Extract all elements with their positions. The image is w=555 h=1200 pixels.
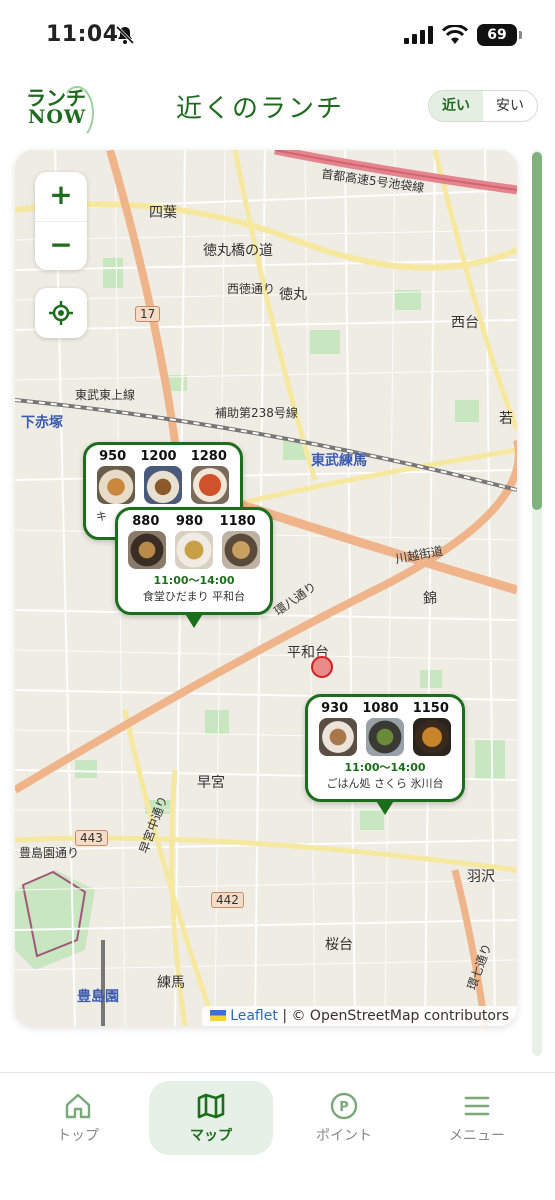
status-time: 11:04 <box>46 22 119 47</box>
food-photo-ramen <box>128 531 167 569</box>
price-label: 1080 <box>362 701 399 716</box>
page-title: 近くのランチ <box>176 94 345 124</box>
map-label: 四葉 <box>149 205 177 221</box>
food-photo-curry <box>413 718 452 756</box>
price-label: 1150 <box>412 701 449 716</box>
nav-item-menu[interactable]: メニュー <box>415 1081 539 1155</box>
hamburger-menu-icon <box>464 1096 490 1116</box>
map-attribution: Leaflet | © OpenStreetMap contributors <box>202 1006 517 1026</box>
svg-text:P: P <box>339 1100 349 1115</box>
map-label: 豊島園通り <box>19 846 80 860</box>
sort-toggle: 近い 安い <box>428 90 538 122</box>
marker-pointer <box>375 799 395 815</box>
station-label: 豊島園 <box>77 989 119 1005</box>
food-photo-pasta <box>96 466 135 504</box>
map-icon <box>197 1093 225 1119</box>
food-photo-burger <box>143 466 182 504</box>
map-label: 練馬 <box>157 975 185 991</box>
marker-thumbnails <box>308 716 462 756</box>
map-label: 羽沢 <box>467 869 495 885</box>
bell-muted-icon <box>115 25 135 45</box>
zoom-in-button[interactable]: + <box>35 172 87 221</box>
route-number-tag: 443 <box>75 830 108 846</box>
map-label: 徳丸 <box>279 287 307 303</box>
map-label: 補助第238号線 <box>215 406 298 420</box>
price-label: 1200 <box>140 449 177 464</box>
nav-item-point[interactable]: P ポイント <box>282 1081 406 1155</box>
home-icon <box>65 1093 91 1119</box>
map-label: 徳丸橋の道 <box>203 243 273 259</box>
map-label: 早宮 <box>197 775 225 791</box>
wifi-icon <box>442 25 468 44</box>
map-label: 東武東上線 <box>75 388 136 402</box>
sort-cheap-button[interactable]: 安い <box>483 91 537 121</box>
restaurant-marker[interactable]: 930 1080 1150 11:00〜14:00 ごはん処 さくら 氷川台 <box>305 694 465 815</box>
ukraine-flag-icon <box>210 1010 227 1021</box>
price-label: 1280 <box>190 449 227 464</box>
nav-label: トップ <box>57 1128 99 1144</box>
bottom-nav: トップ マップ P ポイント メニュー <box>0 1072 555 1200</box>
point-coin-icon: P <box>330 1092 358 1120</box>
marker-prices: 950 1200 1280 <box>86 445 240 464</box>
marker-prices: 880 980 1180 <box>118 510 270 529</box>
restaurant-marker[interactable]: 880 980 1180 11:00〜14:00 食堂ひだまり 平和台 <box>115 507 273 628</box>
crosshair-icon <box>49 301 73 325</box>
battery-indicator: 69 <box>477 24 522 46</box>
marker-pointer <box>184 612 204 628</box>
business-hours: 11:00〜14:00 <box>344 761 426 774</box>
station-label: 下赤塚 <box>21 415 63 431</box>
signal-icon <box>404 26 433 44</box>
nav-item-map[interactable]: マップ <box>149 1081 273 1155</box>
food-photo-pasta <box>191 466 230 504</box>
map-label: 西台 <box>451 315 479 331</box>
food-photo-ramen <box>221 531 260 569</box>
marker-thumbnails <box>86 464 240 504</box>
sort-near-button[interactable]: 近い <box>429 91 483 121</box>
marker-prices: 930 1080 1150 <box>308 697 462 716</box>
leaflet-link[interactable]: Leaflet <box>230 1008 278 1024</box>
map-view[interactable]: 四葉 徳丸橋の道 西徳通り 徳丸 西台 補助第238号線 東武東上線 下赤塚 東… <box>15 150 517 1026</box>
route-number-tag: 17 <box>135 306 161 322</box>
logo-text-line2: NOW <box>28 106 87 128</box>
price-label: 950 <box>99 449 127 464</box>
station-label: 東武練馬 <box>311 453 367 469</box>
restaurant-name: 食堂ひだまり 平和台 <box>142 590 246 603</box>
restaurant-name: ごはん処 さくら 氷川台 <box>326 777 444 790</box>
food-photo-plate <box>365 718 404 756</box>
price-label: 980 <box>175 514 204 529</box>
zoom-control: + − <box>35 172 87 270</box>
nav-item-top[interactable]: トップ <box>16 1081 140 1155</box>
price-label: 1180 <box>219 514 256 529</box>
price-label: 930 <box>321 701 349 716</box>
food-photo-curry <box>174 531 213 569</box>
app-header: ランチ NOW 近くのランチ 近い 安い <box>0 72 555 148</box>
current-location-dot <box>311 656 333 678</box>
business-hours: 11:00〜14:00 <box>153 574 235 587</box>
status-bar: 11:04 69 <box>0 0 555 72</box>
marker-thumbnails <box>118 529 270 569</box>
map-label: 西徳通り <box>227 282 276 296</box>
zoom-out-button[interactable]: − <box>35 221 87 270</box>
map-label: 錦 <box>423 591 437 607</box>
nav-label: マップ <box>190 1128 232 1144</box>
price-label: 880 <box>132 514 160 529</box>
route-number-tag: 442 <box>211 892 244 908</box>
attribution-text: | © OpenStreetMap contributors <box>282 1008 509 1024</box>
scrollbar-thumb[interactable] <box>532 152 542 510</box>
nav-label: メニュー <box>449 1128 505 1144</box>
app-logo[interactable]: ランチ NOW <box>24 82 98 146</box>
map-label: 若 <box>499 411 513 427</box>
nav-label: ポイント <box>316 1128 372 1144</box>
food-photo-plate <box>318 718 357 756</box>
locate-me-button[interactable] <box>35 288 87 338</box>
map-label: 桜台 <box>325 937 353 953</box>
